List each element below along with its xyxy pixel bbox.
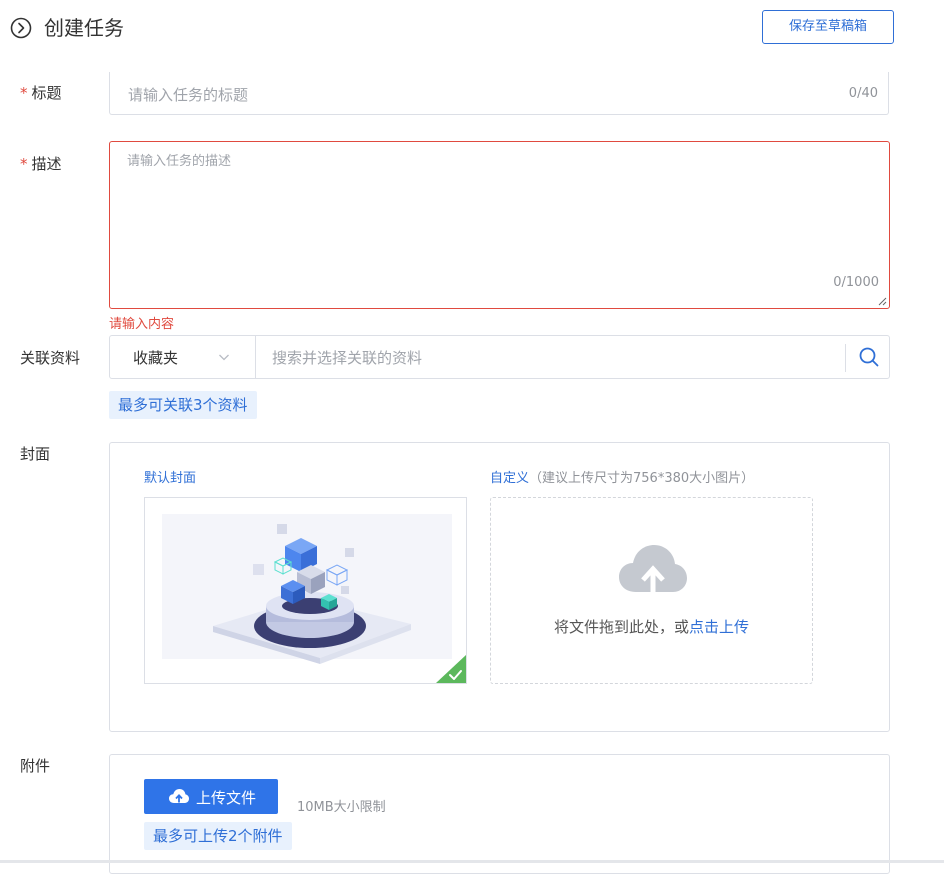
click-upload-link[interactable]: 点击上传	[689, 618, 749, 636]
related-limit-tag: 最多可关联3个资料	[109, 391, 257, 419]
cloud-upload-icon	[619, 545, 687, 594]
upload-file-button[interactable]: 上传文件	[144, 779, 278, 814]
attachment-limit-tag: 最多可上传2个附件	[144, 822, 292, 850]
dropzone-hint: 将文件拖到此处，或	[553, 618, 689, 636]
description-char-count: 0/1000	[833, 275, 879, 290]
cover-panel: 默认封面 自定义（建议上传尺寸为756*380大小图片） 将文件拖到此处，或点击…	[109, 442, 890, 732]
selected-check-icon	[436, 655, 466, 683]
description-label-text: 描述	[31, 155, 62, 173]
dropzone-text: 将文件拖到此处，或点击上传	[491, 616, 812, 637]
title-label-text: 标题	[31, 84, 62, 102]
required-mark: *	[20, 84, 28, 102]
custom-cover-title: 自定义	[490, 471, 530, 486]
source-select-value: 收藏夹	[133, 349, 179, 367]
description-placeholder: 请输入任务的描述	[127, 154, 232, 169]
cover-label: 封面	[20, 445, 51, 463]
page-title: 创建任务	[44, 16, 124, 40]
description-field-label: * 描述	[20, 154, 62, 174]
custom-cover-hint: （建议上传尺寸为756*380大小图片）	[529, 471, 755, 486]
cloud-upload-icon	[169, 789, 189, 803]
title-field-label: * 标题	[20, 83, 62, 103]
title-input[interactable]: 请输入任务的标题 0/40	[109, 72, 889, 115]
search-icon	[859, 347, 879, 367]
chevron-down-icon	[219, 354, 229, 361]
resize-handle-icon[interactable]	[878, 297, 887, 306]
related-search-group: 收藏夹 搜索并选择关联的资料	[109, 335, 890, 379]
related-search-input[interactable]: 搜索并选择关联的资料	[272, 347, 422, 368]
attachment-panel: 上传文件 10MB大小限制 最多可上传2个附件	[109, 754, 890, 874]
source-select[interactable]: 收藏夹	[110, 336, 256, 378]
custom-cover-label: 自定义（建议上传尺寸为756*380大小图片）	[490, 467, 754, 486]
search-button[interactable]	[848, 336, 890, 378]
file-size-limit: 10MB大小限制	[297, 800, 386, 815]
upload-file-button-label: 上传文件	[196, 789, 257, 807]
description-textarea[interactable]: 请输入任务的描述 0/1000	[109, 141, 890, 309]
search-divider	[845, 344, 846, 372]
default-cover-illustration	[162, 514, 452, 664]
title-input-placeholder: 请输入任务的标题	[128, 86, 249, 104]
required-mark: *	[20, 155, 28, 173]
description-error-message: 请输入内容	[109, 317, 175, 332]
attachment-label: 附件	[20, 757, 51, 775]
related-label: 关联资料	[20, 349, 81, 367]
save-draft-button[interactable]: 保存至草稿箱	[762, 10, 894, 44]
cover-upload-dropzone[interactable]: 将文件拖到此处，或点击上传	[490, 497, 813, 684]
default-cover-label: 默认封面	[144, 471, 197, 486]
title-char-count: 0/40	[848, 86, 878, 101]
chevron-circle-right-icon[interactable]	[10, 17, 32, 39]
default-cover-option[interactable]	[144, 497, 467, 684]
